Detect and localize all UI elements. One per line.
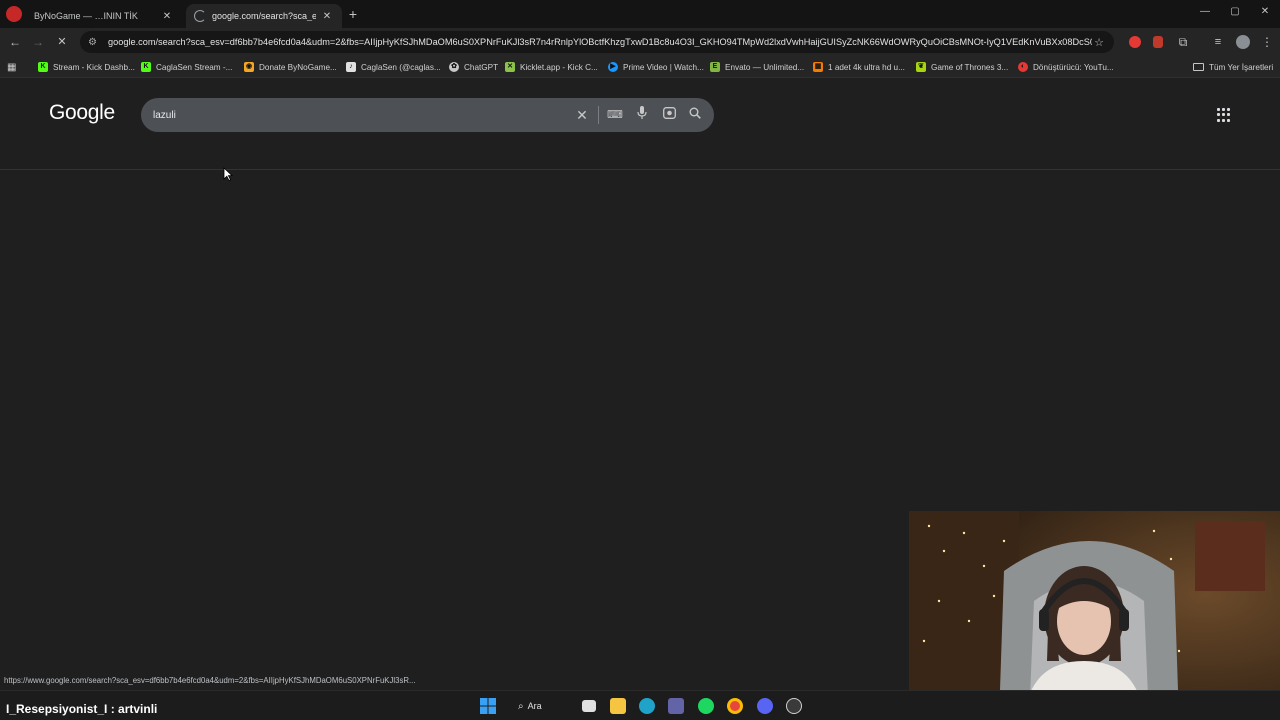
edge-icon[interactable] bbox=[639, 698, 655, 714]
search-icon[interactable] bbox=[686, 106, 704, 124]
discord-icon[interactable] bbox=[757, 698, 773, 714]
bookmark-item[interactable]: ▶ Prime Video | Watch... bbox=[608, 60, 704, 74]
bookmark-item[interactable]: ▦ 1 adet 4k ultra hd u... bbox=[813, 60, 905, 74]
search-input[interactable] bbox=[153, 106, 573, 124]
site-info-icon[interactable]: ⚙ bbox=[88, 37, 100, 48]
streamer-webcam-image bbox=[909, 511, 1280, 720]
bookmark-item[interactable]: ◉ Donate ByNoGame... bbox=[244, 60, 337, 74]
stream-chat-label: I_Resepsiyonist_I : artvinli bbox=[6, 702, 158, 716]
close-icon[interactable]: ✕ bbox=[320, 11, 334, 22]
header-divider bbox=[0, 169, 1280, 170]
apps-grid-icon[interactable]: ▦ bbox=[7, 60, 16, 74]
webcam-overlay bbox=[909, 511, 1280, 720]
menu-kebab-icon[interactable]: ⋮ bbox=[1259, 34, 1275, 50]
forward-button[interactable]: → bbox=[30, 34, 46, 50]
shop-icon: ▦ bbox=[813, 62, 823, 72]
tab-title: google.com/search?sca_esv=df bbox=[212, 11, 316, 21]
browser-toolbar: ← → ✕ ⚙ google.com/search?sca_esv=df6bb7… bbox=[0, 28, 1280, 56]
spotify-icon[interactable] bbox=[698, 698, 714, 714]
loading-icon bbox=[194, 10, 206, 22]
media-control-icon[interactable]: ≡ bbox=[1210, 34, 1226, 50]
close-window-button[interactable]: ✕ bbox=[1250, 6, 1280, 17]
bookmark-label: 1 adet 4k ultra hd u... bbox=[828, 62, 905, 72]
bookmarks-bar: ▦ K Stream - Kick Dashb... K CaglaSen St… bbox=[0, 56, 1280, 78]
tab-title: ByNoGame — …ININ TİK bbox=[34, 11, 138, 21]
converter-icon: ◐ bbox=[1018, 62, 1028, 72]
extensions-puzzle-icon[interactable]: ⧉ bbox=[1175, 34, 1191, 50]
envato-icon: E bbox=[710, 62, 720, 72]
folder-icon bbox=[1193, 63, 1204, 71]
maximize-button[interactable]: ▢ bbox=[1220, 6, 1250, 17]
bookmark-label: CaglaSen Stream -... bbox=[156, 62, 233, 72]
kicklet-icon: ✕ bbox=[505, 62, 515, 72]
tab-strip: ByNoGame — …ININ TİK ✕ google.com/search… bbox=[0, 0, 1280, 28]
bookmark-item[interactable]: E Envato — Unlimited... bbox=[710, 60, 804, 74]
kick-icon: K bbox=[141, 62, 151, 72]
microphone-icon[interactable] bbox=[633, 106, 651, 124]
bookmark-item[interactable]: ✕ Kicklet.app - Kick C... bbox=[505, 60, 598, 74]
lens-camera-icon[interactable] bbox=[660, 106, 678, 124]
bookmark-label: CaglaSen (@caglas... bbox=[361, 62, 441, 72]
leaf-icon: ❦ bbox=[916, 62, 926, 72]
bookmark-item[interactable]: K Stream - Kick Dashb... bbox=[38, 60, 135, 74]
file-explorer-icon[interactable] bbox=[610, 698, 626, 714]
bookmark-label: Donate ByNoGame... bbox=[259, 62, 337, 72]
search-icon: ⌕ bbox=[518, 700, 524, 712]
bookmark-label: ChatGPT bbox=[464, 62, 499, 72]
all-bookmarks-folder[interactable]: Tüm Yer İşaretleri bbox=[1193, 60, 1273, 74]
bookmark-item[interactable]: K CaglaSen Stream -... bbox=[141, 60, 232, 74]
close-icon[interactable]: ✕ bbox=[160, 11, 174, 22]
search-divider bbox=[598, 106, 599, 124]
tab-google-search[interactable]: google.com/search?sca_esv=df ✕ bbox=[186, 4, 342, 28]
clear-icon[interactable]: ✕ bbox=[573, 106, 591, 124]
bookmark-item[interactable]: ✿ ChatGPT bbox=[449, 60, 498, 74]
task-view-icon[interactable] bbox=[582, 700, 596, 712]
bookmark-label: Game of Thrones 3... bbox=[931, 62, 1009, 72]
google-logo[interactable]: Google bbox=[49, 101, 115, 125]
minimize-button[interactable]: — bbox=[1190, 6, 1220, 17]
bookmark-item[interactable]: ♪ CaglaSen (@caglas... bbox=[346, 60, 441, 74]
profile-avatar[interactable] bbox=[1236, 35, 1250, 49]
new-tab-button[interactable]: + bbox=[344, 5, 362, 23]
address-url: google.com/search?sca_esv=df6bb7b4e6fcd0… bbox=[108, 37, 1092, 47]
address-bar[interactable]: ⚙ google.com/search?sca_esv=df6bb7b4e6fc… bbox=[80, 31, 1114, 53]
google-apps-icon[interactable] bbox=[1217, 108, 1231, 122]
bookmark-label: Stream - Kick Dashb... bbox=[53, 62, 135, 72]
windows-start-icon[interactable] bbox=[480, 698, 496, 714]
tiktok-icon: ♪ bbox=[346, 62, 356, 72]
bookmark-label: Prime Video | Watch... bbox=[623, 62, 704, 72]
back-button[interactable]: ← bbox=[7, 34, 23, 50]
donate-icon: ◉ bbox=[244, 62, 254, 72]
bookmark-label: Kicklet.app - Kick C... bbox=[520, 62, 598, 72]
bookmark-label: Envato — Unlimited... bbox=[725, 62, 805, 72]
extension-shield-icon[interactable] bbox=[1153, 36, 1163, 48]
link-status-bar: https://www.google.com/search?sca_esv=df… bbox=[0, 676, 420, 687]
taskbar-search[interactable]: ⌕ Ara bbox=[518, 698, 560, 714]
mouse-cursor-icon bbox=[223, 167, 233, 181]
windows-taskbar: I_Resepsiyonist_I : artvinli ⌕ Ara bbox=[0, 690, 1280, 720]
browser-logo-icon bbox=[6, 6, 22, 22]
all-bookmarks-label: Tüm Yer İşaretleri bbox=[1209, 62, 1274, 72]
stop-loading-button[interactable]: ✕ bbox=[54, 34, 70, 50]
chrome-icon[interactable] bbox=[727, 698, 743, 714]
keyboard-icon[interactable]: ⌨ bbox=[606, 106, 624, 124]
tab-bynogame[interactable]: ByNoGame — …ININ TİK ✕ bbox=[26, 4, 182, 28]
bookmark-star-icon[interactable]: ☆ bbox=[1092, 36, 1106, 49]
chatgpt-icon: ✿ bbox=[449, 62, 459, 72]
taskbar-search-label: Ara bbox=[527, 701, 542, 711]
search-box[interactable]: ✕ ⌨ bbox=[141, 98, 714, 132]
bookmark-item[interactable]: ◐ Dönüştürücü: YouTu... bbox=[1018, 60, 1114, 74]
bookmark-label: Dönüştürücü: YouTu... bbox=[1033, 62, 1114, 72]
prime-video-icon: ▶ bbox=[608, 62, 618, 72]
kick-icon: K bbox=[38, 62, 48, 72]
obs-icon[interactable] bbox=[786, 698, 802, 714]
extension-red-icon[interactable] bbox=[1129, 36, 1141, 48]
teams-icon[interactable] bbox=[668, 698, 684, 714]
bookmark-item[interactable]: ❦ Game of Thrones 3... bbox=[916, 60, 1008, 74]
